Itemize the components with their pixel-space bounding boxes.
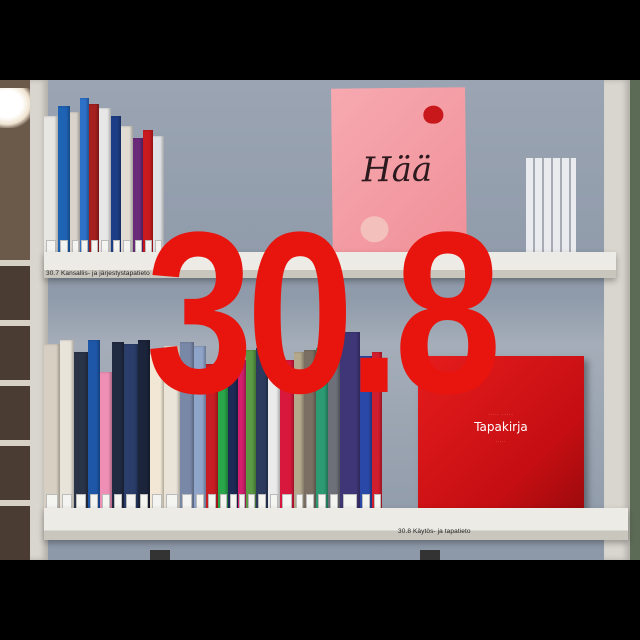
side-bookcase	[0, 260, 30, 560]
ceiling-lamp	[0, 88, 34, 128]
bookcase-right-upright	[604, 80, 630, 560]
rose-icon	[423, 105, 444, 124]
bottom-shelf-board	[44, 508, 628, 540]
shelf-number-overlay: 30.8	[145, 184, 502, 441]
bottom-shelf-label: 30.8 Käytös- ja tapatieto	[398, 528, 471, 535]
library-shelf-photo: Hää 30.7 Kansallis- ja järjestystapatiet…	[0, 80, 640, 560]
lower-shelf-items	[150, 550, 470, 560]
